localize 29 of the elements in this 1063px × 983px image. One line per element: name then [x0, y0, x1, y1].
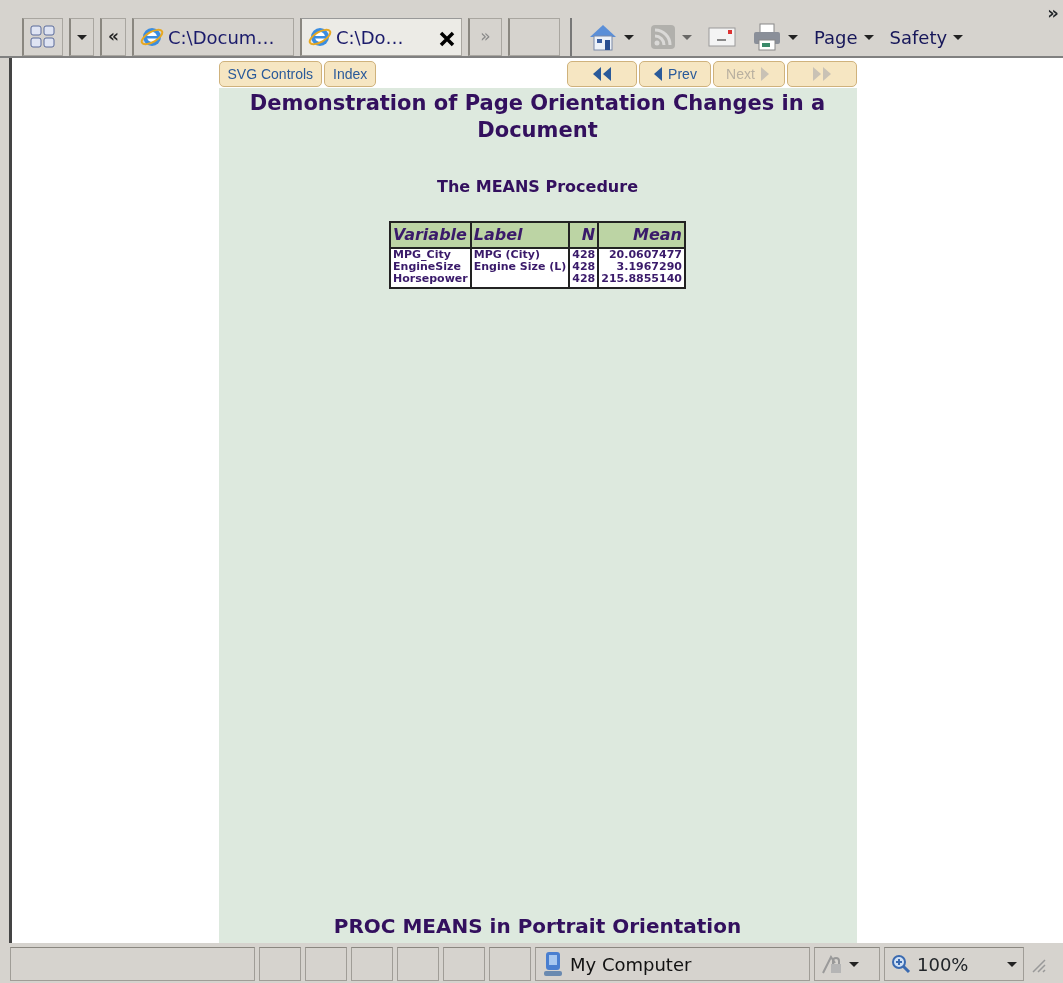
nav-link-button[interactable]: SVG Controls [218, 61, 323, 87]
menu-button[interactable]: Page [814, 23, 874, 51]
zoom-button[interactable]: 100% [884, 947, 1024, 981]
zone-label: My Computer [570, 952, 692, 977]
table-cell: 428 [569, 260, 599, 273]
overflow-button[interactable]: » [1047, 4, 1059, 22]
menu-button[interactable]: Safety [889, 23, 964, 51]
page-title: Demonstration of Page Orientation Changes in a Document [248, 90, 827, 145]
procedure-title: The MEANS Procedure [437, 175, 638, 198]
table-cell: Engine Size (L) [470, 260, 570, 273]
column-header: N [569, 221, 599, 248]
scroll-tabs-button[interactable]: « [100, 18, 126, 56]
nav-link-button[interactable]: Index [324, 61, 377, 87]
table-cell: 3.1967290 [598, 260, 685, 273]
column-header: Label [470, 221, 570, 248]
table-cell: 215.8855140 [598, 272, 685, 288]
column-header: Mean [598, 221, 685, 248]
pager-button[interactable]: Prev [638, 61, 711, 87]
browser-tab[interactable]: C:\Do… [300, 18, 462, 56]
table-cell: EngineSize [390, 260, 471, 273]
column-header: Variable [390, 221, 471, 248]
table-cell: 20.0607477 [598, 247, 685, 261]
table-cell: MPG_City [390, 247, 471, 261]
browser-tab[interactable]: C:\Docum… [132, 18, 294, 56]
table-cell: Horsepower [390, 272, 471, 288]
table-cell: MPG (City) [470, 247, 570, 261]
table-cell: 428 [569, 272, 599, 288]
section-title: PROC MEANS in Portrait Orientation [333, 913, 742, 940]
table-cell: 428 [569, 247, 599, 261]
